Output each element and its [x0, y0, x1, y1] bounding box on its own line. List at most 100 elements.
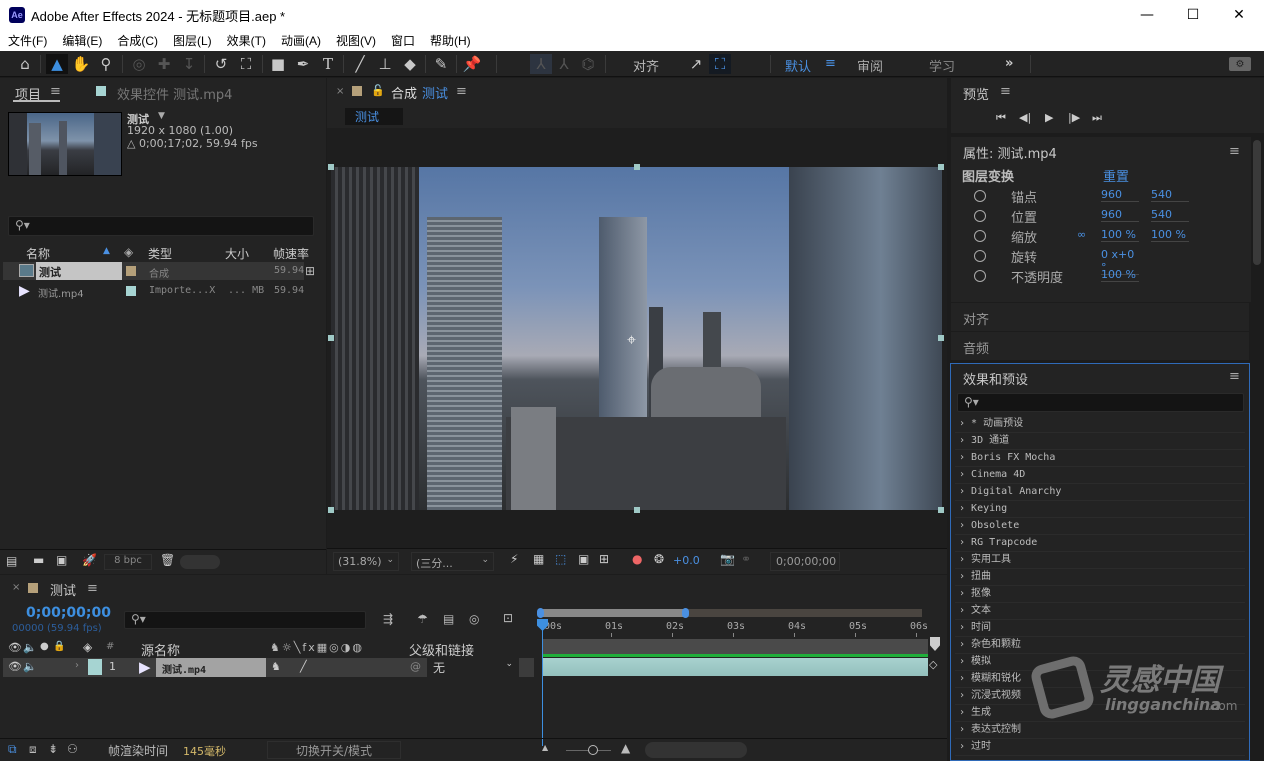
comp-tab-name[interactable]: 测试: [422, 83, 448, 102]
menu-animation[interactable]: 动画(A): [281, 32, 321, 49]
video-toggle-icon[interactable]: 👁: [8, 660, 22, 673]
layer-end-icon[interactable]: ◇: [929, 658, 937, 671]
menu-help[interactable]: 帮助(H): [430, 32, 471, 49]
transform-handle[interactable]: [938, 507, 944, 513]
snapshot-icon[interactable]: 📷: [720, 552, 735, 566]
anchor-point-icon[interactable]: ⌖: [627, 330, 636, 350]
effects-category[interactable]: › Keying: [955, 501, 1245, 518]
snap-grid-icon[interactable]: ⛶: [709, 54, 731, 74]
property-value[interactable]: 100 %: [1101, 268, 1139, 282]
transfer-controls-icon[interactable]: ⧈: [29, 742, 37, 757]
effects-category[interactable]: › 抠像: [955, 586, 1245, 603]
sort-ascending-icon[interactable]: ▲: [103, 246, 110, 256]
stopwatch-icon[interactable]: [974, 270, 986, 282]
effects-category[interactable]: › 时间: [955, 620, 1245, 637]
show-snapshot-icon[interactable]: ⚭: [741, 552, 751, 566]
effects-category[interactable]: › 3D 通道: [955, 433, 1245, 450]
project-row[interactable]: 测试 合成 59.94: [3, 262, 304, 280]
composition-flowchart-icon[interactable]: ⇶: [383, 612, 393, 626]
column-name[interactable]: 名称: [26, 245, 50, 262]
fast-preview-icon[interactable]: ⚡: [510, 552, 518, 566]
time-ruler[interactable]: 00s 01s 02s 03s 04s 05s 06s: [536, 619, 928, 637]
project-row[interactable]: ▶ 测试.mp4 Importe...X ... MB 59.94: [3, 282, 304, 300]
property-value-y[interactable]: 540: [1151, 188, 1189, 202]
effects-category[interactable]: › 模拟: [955, 654, 1245, 671]
column-fps[interactable]: 帧速率: [273, 245, 309, 262]
column-size[interactable]: 大小: [225, 245, 249, 262]
pen-tool-icon[interactable]: ✒: [292, 54, 314, 74]
expand-layer-icon[interactable]: ›: [75, 660, 79, 671]
lock-icon[interactable]: 🔓: [371, 84, 385, 97]
audio-toggle-icon[interactable]: 🔈: [23, 660, 37, 673]
effects-category[interactable]: › Boris FX Mocha: [955, 450, 1245, 467]
comp-menu-icon[interactable]: ≡: [456, 84, 467, 99]
label-swatch[interactable]: [126, 286, 136, 296]
render-time-icon[interactable]: ⚇: [67, 742, 78, 756]
audio-panel[interactable]: 音频: [951, 332, 1249, 360]
label-swatch[interactable]: [126, 266, 136, 276]
first-frame-icon[interactable]: ⏮: [996, 111, 1006, 125]
transform-handle[interactable]: [634, 164, 640, 170]
world-axis-icon[interactable]: ⅄: [553, 54, 575, 74]
eraser-icon[interactable]: ◆: [399, 54, 421, 74]
layer-switches-icon[interactable]: ⧉: [8, 742, 17, 757]
layer-search-input[interactable]: ⚲▾: [124, 611, 366, 629]
flowchart-icon[interactable]: ⊞: [305, 264, 315, 278]
shy-layers-icon[interactable]: ☂: [417, 612, 428, 626]
transparency-grid-icon[interactable]: ▦: [533, 552, 544, 566]
effects-search-input[interactable]: ⚲▾: [957, 393, 1244, 412]
menu-layer[interactable]: 图层(L): [173, 32, 212, 49]
layer-duration-bar[interactable]: [543, 658, 928, 676]
property-value-x[interactable]: 960: [1101, 188, 1139, 202]
pan-camera-icon[interactable]: ✚: [153, 54, 175, 74]
comp-breadcrumb[interactable]: 测试: [345, 108, 403, 125]
pan-behind-icon[interactable]: ⛶: [235, 54, 257, 74]
comp-timecode[interactable]: 0;00;00;00: [770, 552, 840, 571]
panel-toggle-icon[interactable]: ⚙: [1229, 57, 1251, 71]
effects-category[interactable]: › 扭曲: [955, 569, 1245, 586]
current-time[interactable]: 0;00;00;00: [26, 605, 111, 621]
column-type[interactable]: 类型: [148, 245, 172, 262]
stopwatch-icon[interactable]: [974, 230, 986, 242]
effects-category[interactable]: › 沉浸式视频: [955, 688, 1245, 705]
trash-icon[interactable]: 🗑: [160, 553, 175, 567]
type-tool-icon[interactable]: T: [317, 54, 339, 74]
pick-whip-icon[interactable]: @: [410, 660, 421, 673]
local-axis-icon[interactable]: ⅄: [530, 54, 552, 74]
roto-brush-icon[interactable]: ✎: [430, 54, 452, 74]
next-frame-icon[interactable]: |▶: [1068, 111, 1080, 124]
switches-icons[interactable]: ♞☼╲fx▦◎◑◍: [270, 641, 364, 654]
menu-window[interactable]: 窗口: [391, 32, 415, 49]
align-panel[interactable]: 对齐: [951, 303, 1249, 331]
project-search-input[interactable]: ⚲▾: [8, 216, 314, 236]
work-area-bar[interactable]: [540, 609, 686, 617]
tab-effect-controls[interactable]: 效果控件 测试.mp4: [117, 84, 232, 103]
project-menu-icon[interactable]: ≡: [50, 84, 61, 99]
snap-feather-icon[interactable]: ↗: [685, 54, 707, 74]
label-column-icon[interactable]: ◈: [83, 640, 92, 654]
menu-file[interactable]: 文件(F): [8, 32, 47, 49]
chevron-down-icon[interactable]: ▼: [158, 111, 165, 121]
render-queue-icon[interactable]: 🚀: [82, 553, 97, 567]
rotation-tool-icon[interactable]: ↺: [210, 54, 232, 74]
effects-category[interactable]: › Digital Anarchy: [955, 484, 1245, 501]
channel-icon[interactable]: ●: [632, 552, 642, 566]
reset-button[interactable]: 重置: [1103, 166, 1129, 185]
workspace-default[interactable]: 默认: [785, 56, 811, 75]
column-source-name[interactable]: 源名称: [141, 640, 180, 659]
audio-toggle-icon[interactable]: 🔈: [23, 641, 37, 654]
zoom-dropdown[interactable]: (31.8%) ⌄: [333, 552, 399, 571]
transform-handle[interactable]: [938, 335, 944, 341]
home-icon[interactable]: ⌂: [14, 54, 36, 74]
rectangle-tool-icon[interactable]: ■: [267, 54, 289, 74]
work-area-end-handle[interactable]: [682, 608, 690, 618]
column-parent[interactable]: 父级和链接: [409, 640, 474, 659]
bpc-button[interactable]: 8 bpc: [104, 554, 152, 570]
stopwatch-icon[interactable]: [974, 250, 986, 262]
effects-category[interactable]: › 文本: [955, 603, 1245, 620]
effects-category[interactable]: › 生成: [955, 705, 1245, 722]
transform-handle[interactable]: [328, 335, 334, 341]
stopwatch-icon[interactable]: [974, 210, 986, 222]
stopwatch-icon[interactable]: [974, 190, 986, 202]
region-of-interest-icon[interactable]: ▣: [578, 552, 589, 566]
